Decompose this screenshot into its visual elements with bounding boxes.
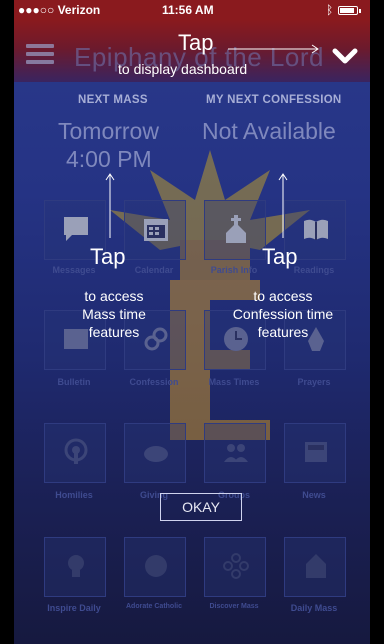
newspaper-icon: [305, 442, 327, 462]
adorate-logo-icon: [145, 555, 167, 577]
confession-label: Confession: [129, 377, 179, 387]
calendar-tile[interactable]: [124, 200, 186, 260]
people-icon: [224, 444, 248, 462]
bulletin-label: Bulletin: [57, 377, 91, 387]
battery-icon: [338, 6, 361, 15]
confession-hint-line2: Confession time: [232, 306, 334, 322]
arrow-up-icon: [278, 173, 288, 238]
confession-hint-line1: to access: [253, 288, 313, 304]
chapel-icon: [306, 554, 326, 578]
inspire-daily-label: Inspire Daily: [47, 603, 101, 613]
book-open-icon: [304, 219, 328, 240]
groups-tile[interactable]: [204, 423, 266, 483]
adorate-tile[interactable]: [124, 537, 186, 597]
mass-time-hint: to access Mass time features: [60, 287, 168, 341]
discover-mass-tile[interactable]: [204, 537, 266, 597]
next-mass-label: NEXT MASS: [78, 94, 148, 106]
lightbulb-icon: [68, 555, 84, 577]
confession-time-hint: to access Confession time features: [218, 287, 348, 341]
top-tap-description: to display dashboard: [118, 61, 248, 77]
calendar-label: Calendar: [134, 265, 174, 275]
parish-info-tile[interactable]: [204, 200, 266, 260]
okay-button[interactable]: OKAY: [160, 493, 242, 521]
homilies-tile[interactable]: [44, 423, 106, 483]
daily-mass-label: Daily Mass: [290, 603, 338, 613]
mass-hint-line2: Mass time: [82, 306, 146, 322]
left-tap-label: Tap: [90, 244, 126, 269]
piggy-bank-icon: [144, 446, 168, 462]
prayers-label: Prayers: [297, 377, 331, 387]
news-tile[interactable]: [284, 423, 346, 483]
menu-icon[interactable]: [26, 44, 54, 64]
daily-mass-tile[interactable]: [284, 537, 346, 597]
chevron-down-icon[interactable]: [330, 43, 360, 69]
church-icon: [226, 215, 246, 243]
cross-knot-icon: [223, 553, 249, 579]
next-mass-time[interactable]: 4:00 PM: [66, 146, 152, 173]
mass-times-label: Mass Times: [208, 377, 260, 387]
discover-mass-label: Discover Mass: [209, 603, 259, 610]
confession-hint-line3: features: [257, 324, 309, 340]
next-confession-label: MY NEXT CONFESSION: [206, 94, 342, 106]
arrow-up-icon: [105, 173, 115, 238]
inspire-daily-tile[interactable]: [44, 537, 106, 597]
next-mass-day[interactable]: Tomorrow: [58, 118, 159, 145]
giving-tile[interactable]: [124, 423, 186, 483]
status-bar: ●●●○○ Verizon 11:56 AM ᛒ: [14, 0, 370, 20]
carrier-label: ●●●○○ Verizon: [18, 3, 101, 17]
calendar-icon: [144, 219, 168, 241]
status-time: 11:56 AM: [162, 3, 214, 17]
homilies-label: Homilies: [55, 490, 93, 500]
app-screen: ●●●○○ Verizon 11:56 AM ᛒ Epiphany of the…: [14, 0, 370, 644]
adorate-label: Adorate Catholic: [125, 603, 182, 610]
arrow-right-icon: [228, 44, 319, 54]
podcast-icon: [64, 438, 88, 464]
right-tap-label: Tap: [262, 244, 298, 269]
next-confession-value[interactable]: Not Available: [202, 118, 336, 145]
mass-hint-line1: to access: [84, 288, 144, 304]
chat-bubble-icon: [64, 217, 88, 241]
mass-hint-line3: features: [88, 324, 140, 340]
bluetooth-icon: ᛒ: [326, 3, 334, 17]
top-tap-label: Tap: [178, 30, 214, 55]
news-label: News: [302, 490, 326, 500]
